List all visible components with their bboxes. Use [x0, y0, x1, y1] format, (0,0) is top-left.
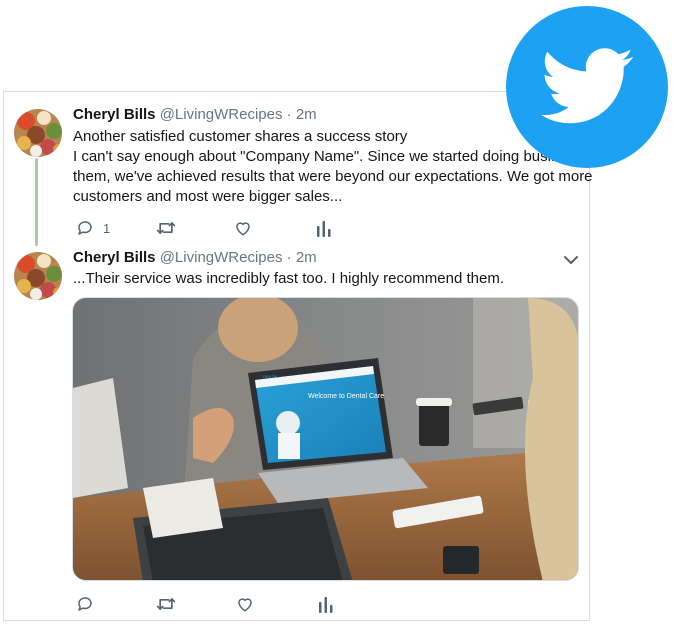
- like-button[interactable]: [236, 595, 254, 613]
- retweet-button[interactable]: [156, 219, 176, 237]
- like-icon: [236, 222, 250, 236]
- analytics-icon: [317, 221, 331, 237]
- laptop-screen-brand: DENTAL: [263, 374, 279, 379]
- chevron-down-icon[interactable]: [563, 254, 579, 266]
- analytics-button[interactable]: [316, 219, 332, 237]
- like-button[interactable]: [234, 219, 252, 237]
- retweet-icon: [156, 598, 176, 610]
- tweet-text: ...Their service was incredibly fast too…: [73, 269, 504, 289]
- author-name[interactable]: Cheryl Bills: [73, 249, 156, 266]
- author-handle[interactable]: @LivingWRecipes: [160, 106, 283, 123]
- tweet-text-line: them, we've achieved results that were b…: [73, 168, 593, 185]
- retweet-button[interactable]: [156, 595, 176, 613]
- tweet-text-line: ...Their service was incredibly fast too…: [73, 270, 505, 287]
- thread-connector-line: [35, 158, 38, 246]
- reply-icon: [78, 221, 92, 235]
- reply-icon: [78, 597, 92, 611]
- tweet-header: Cheryl Bills @LivingWRecipes · 2m: [73, 106, 317, 123]
- like-icon: [238, 598, 252, 612]
- retweet-icon: [156, 222, 176, 234]
- avatar[interactable]: [14, 109, 62, 157]
- reply-count: 1: [103, 220, 111, 236]
- reply-button[interactable]: [76, 595, 103, 613]
- analytics-icon: [319, 597, 333, 613]
- author-handle[interactable]: @LivingWRecipes: [160, 249, 283, 266]
- twitter-bird-logo: [506, 6, 668, 168]
- laptop-screen-title: Welcome to Dental Care: [308, 393, 384, 400]
- author-name[interactable]: Cheryl Bills: [73, 106, 156, 123]
- tweet-header: Cheryl Bills @LivingWRecipes · 2m: [73, 249, 317, 266]
- analytics-button[interactable]: [318, 595, 334, 613]
- tweet-text-line: customers and most were bigger sales...: [73, 188, 343, 205]
- reply-button[interactable]: 1: [76, 219, 110, 237]
- tweet-media-photo[interactable]: Welcome to Dental Care DENTAL: [72, 297, 579, 581]
- tweet-timestamp[interactable]: · 2m: [287, 249, 317, 266]
- avatar[interactable]: [14, 252, 62, 300]
- tweet-timestamp[interactable]: · 2m: [287, 106, 317, 123]
